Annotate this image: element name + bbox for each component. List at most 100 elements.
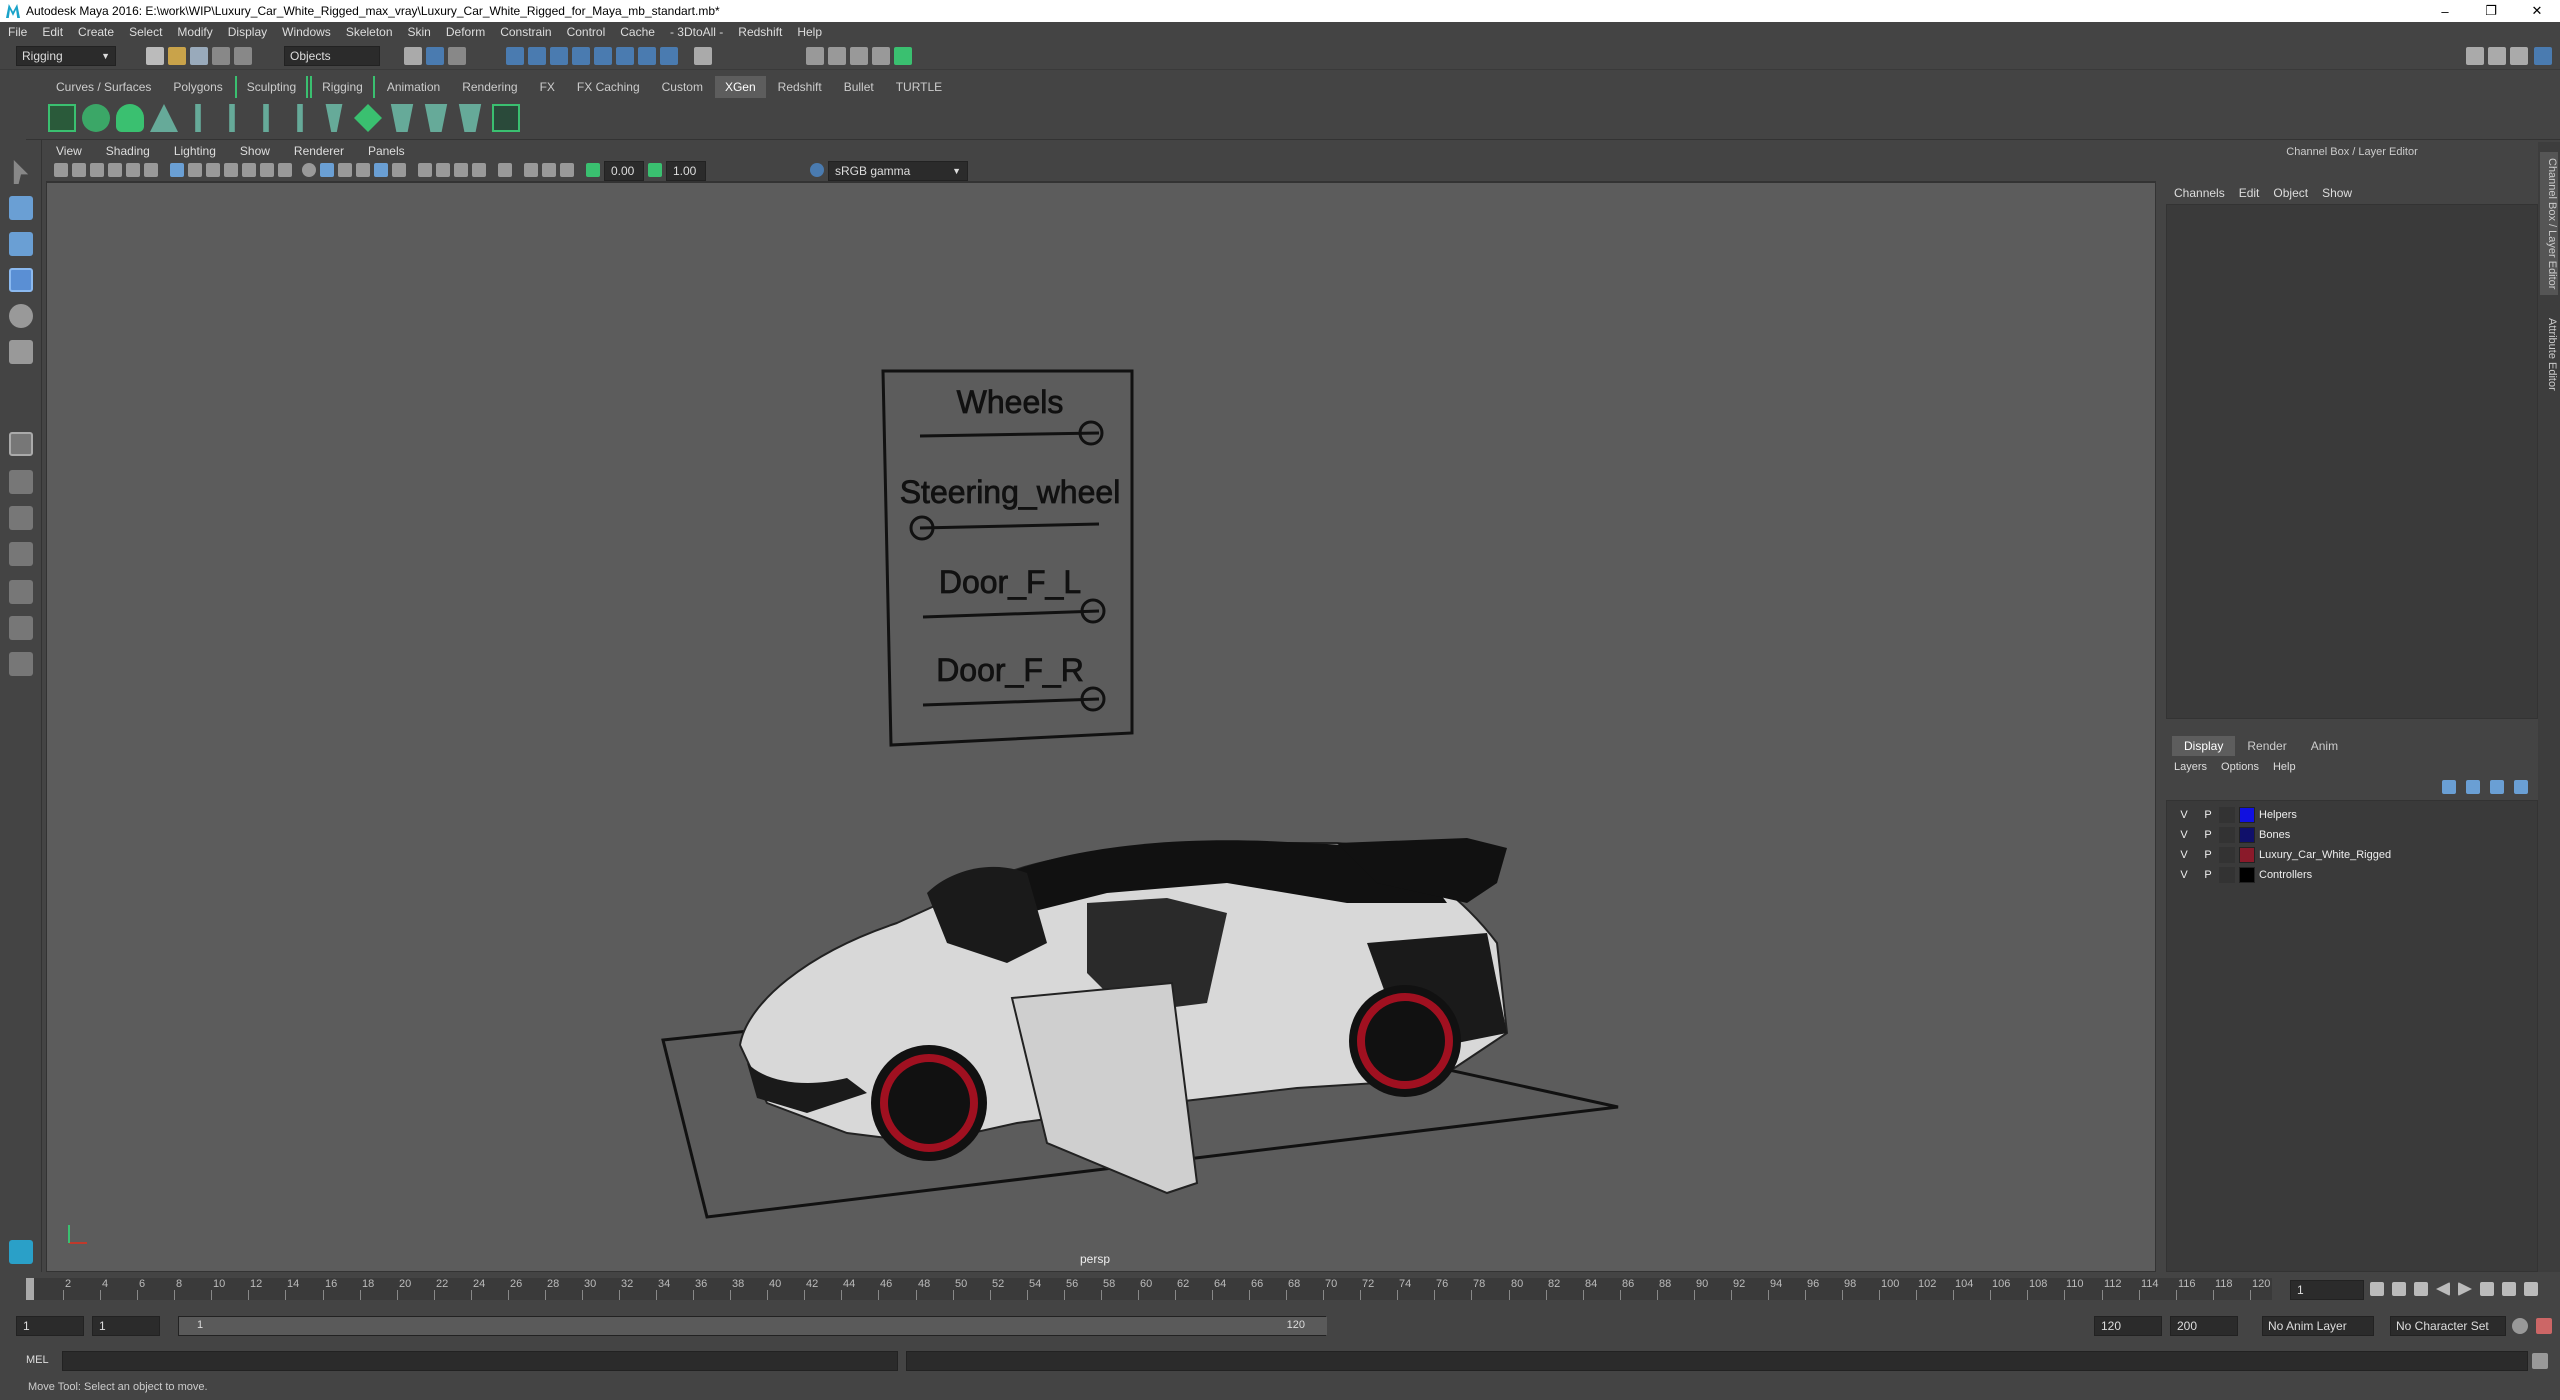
save-scene-icon[interactable] xyxy=(190,47,208,65)
snap-point-icon[interactable] xyxy=(550,47,568,65)
color-management-icon[interactable] xyxy=(810,163,824,177)
channel-menu-show[interactable]: Show xyxy=(2322,186,2352,200)
move-layer-down-icon[interactable] xyxy=(2466,780,2480,794)
menu-display[interactable]: Display xyxy=(228,25,267,39)
layer-color-swatch[interactable] xyxy=(2239,827,2255,843)
xray-joints-icon[interactable] xyxy=(542,163,556,177)
layer-visibility-toggle[interactable]: V xyxy=(2177,849,2191,861)
command-input[interactable] xyxy=(62,1351,898,1371)
layer-playback-toggle[interactable]: P xyxy=(2201,869,2215,881)
layer-menu-help[interactable]: Help xyxy=(2273,761,2296,773)
go-to-end-icon[interactable] xyxy=(2524,1282,2538,1296)
shelf-tab-rendering[interactable]: Rendering xyxy=(452,76,527,98)
shelf-tab-rigging[interactable]: Rigging xyxy=(310,76,375,98)
tab-render[interactable]: Render xyxy=(2235,736,2298,756)
use-all-lights-icon[interactable] xyxy=(374,163,388,177)
new-empty-layer-icon[interactable] xyxy=(2490,780,2504,794)
grid-icon[interactable] xyxy=(170,163,184,177)
layer-menu-options[interactable]: Options xyxy=(2221,761,2259,773)
move-tool-icon[interactable] xyxy=(9,268,33,292)
film-gate-icon[interactable] xyxy=(188,163,202,177)
auto-key-icon[interactable] xyxy=(2512,1318,2528,1334)
xray-components-icon[interactable] xyxy=(560,163,574,177)
safe-title-icon[interactable] xyxy=(278,163,292,177)
comb-guide-icon[interactable] xyxy=(325,104,343,132)
move-layer-up-icon[interactable] xyxy=(2442,780,2456,794)
step-back-frame-icon[interactable] xyxy=(2414,1282,2428,1296)
menu-cache[interactable]: Cache xyxy=(620,25,655,39)
snap-live-icon[interactable] xyxy=(594,47,612,65)
ipr-render-icon[interactable] xyxy=(828,47,846,65)
new-layer-from-selection-icon[interactable] xyxy=(2514,780,2528,794)
restore-button[interactable]: ❐ xyxy=(2468,0,2514,22)
layer-menu-layers[interactable]: Layers xyxy=(2174,761,2207,773)
character-set-dropdown[interactable]: No Character Set xyxy=(2390,1316,2506,1336)
new-scene-icon[interactable] xyxy=(146,47,164,65)
layer-display-type[interactable] xyxy=(2219,867,2235,883)
shelf-tab-animation[interactable]: Animation xyxy=(377,76,450,98)
channel-box-body[interactable] xyxy=(2166,204,2538,719)
range-slider[interactable]: 1 120 xyxy=(178,1316,1327,1336)
gamma-field[interactable]: 1.00 xyxy=(666,161,706,181)
render-view-icon[interactable] xyxy=(894,47,912,65)
layer-visibility-toggle[interactable]: V xyxy=(2177,869,2191,881)
shelf-tab-redshift[interactable]: Redshift xyxy=(768,76,832,98)
layer-visibility-toggle[interactable]: V xyxy=(2177,829,2191,841)
menu-skeleton[interactable]: Skeleton xyxy=(346,25,393,39)
menu-redshift[interactable]: Redshift xyxy=(738,25,782,39)
render-frame-icon[interactable] xyxy=(806,47,824,65)
perspective-viewport[interactable]: Wheels Steering_wheel Door_F_L Door_F_R xyxy=(46,182,2156,1272)
animation-preferences-icon[interactable] xyxy=(2536,1318,2552,1334)
viewport-menu-shading[interactable]: Shading xyxy=(106,144,150,158)
shelf-tab-fx-caching[interactable]: FX Caching xyxy=(567,76,650,98)
hypershade-icon[interactable] xyxy=(872,47,890,65)
screen-space-ao-icon[interactable] xyxy=(418,163,432,177)
menuset-dropdown[interactable]: Rigging ▼ xyxy=(16,46,116,66)
menu-constrain[interactable]: Constrain xyxy=(500,25,551,39)
render-settings-icon[interactable] xyxy=(850,47,868,65)
close-button[interactable]: ✕ xyxy=(2514,0,2560,22)
car-model[interactable] xyxy=(738,838,1509,1195)
current-frame-field[interactable]: 1 xyxy=(2290,1280,2364,1300)
anim-layer-dropdown[interactable]: No Anim Layer xyxy=(2262,1316,2374,1336)
toggle-channel-box-icon[interactable] xyxy=(2534,47,2552,65)
snap-grid-icon[interactable] xyxy=(506,47,524,65)
single-perspective-layout-icon[interactable] xyxy=(9,432,33,456)
layer-display-type[interactable] xyxy=(2219,827,2235,843)
layer-playback-toggle[interactable]: P xyxy=(2201,809,2215,821)
wireframe-icon[interactable] xyxy=(302,163,316,177)
menu-file[interactable]: File xyxy=(8,25,27,39)
layer-row[interactable]: V P Bones xyxy=(2167,825,2539,845)
viewport-menu-panels[interactable]: Panels xyxy=(368,144,405,158)
anti-aliasing-icon[interactable] xyxy=(454,163,468,177)
end-time-field[interactable]: 200 xyxy=(2170,1316,2238,1336)
workspace-layout-icon[interactable] xyxy=(2466,47,2484,65)
minimize-button[interactable]: – xyxy=(2422,0,2468,22)
symmetry-icon[interactable] xyxy=(638,47,656,65)
shelf-tab-fx[interactable]: FX xyxy=(530,76,565,98)
textured-icon[interactable] xyxy=(356,163,370,177)
playback-end-field[interactable]: 120 xyxy=(2094,1316,2162,1336)
scale-tool-icon[interactable] xyxy=(9,340,33,364)
safe-action-icon[interactable] xyxy=(260,163,274,177)
gamma-icon[interactable] xyxy=(648,163,662,177)
channel-menu-object[interactable]: Object xyxy=(2273,186,2308,200)
field-chart-icon[interactable] xyxy=(242,163,256,177)
shelf-tab-curves-surfaces[interactable]: Curves / Surfaces xyxy=(46,76,161,98)
shelf-tab-sculpting[interactable]: Sculpting xyxy=(234,76,309,98)
menu-create[interactable]: Create xyxy=(78,25,114,39)
rotate-tool-icon[interactable] xyxy=(9,304,33,328)
layer-row[interactable]: V P Luxury_Car_White_Rigged xyxy=(2167,845,2539,865)
resolution-gate-icon[interactable] xyxy=(206,163,220,177)
layer-display-type[interactable] xyxy=(2219,807,2235,823)
step-forward-frame-icon[interactable] xyxy=(2480,1282,2494,1296)
select-camera-icon[interactable] xyxy=(54,163,68,177)
camera-attributes-icon[interactable] xyxy=(72,163,86,177)
menu-select[interactable]: Select xyxy=(129,25,162,39)
play-forwards-icon[interactable] xyxy=(2458,1282,2472,1296)
layers-icon[interactable] xyxy=(354,104,382,132)
menu-help[interactable]: Help xyxy=(797,25,822,39)
four-view-layout-icon[interactable] xyxy=(9,470,33,494)
bookmark-icon[interactable] xyxy=(90,163,104,177)
paint-select-tool-icon[interactable] xyxy=(9,232,33,256)
